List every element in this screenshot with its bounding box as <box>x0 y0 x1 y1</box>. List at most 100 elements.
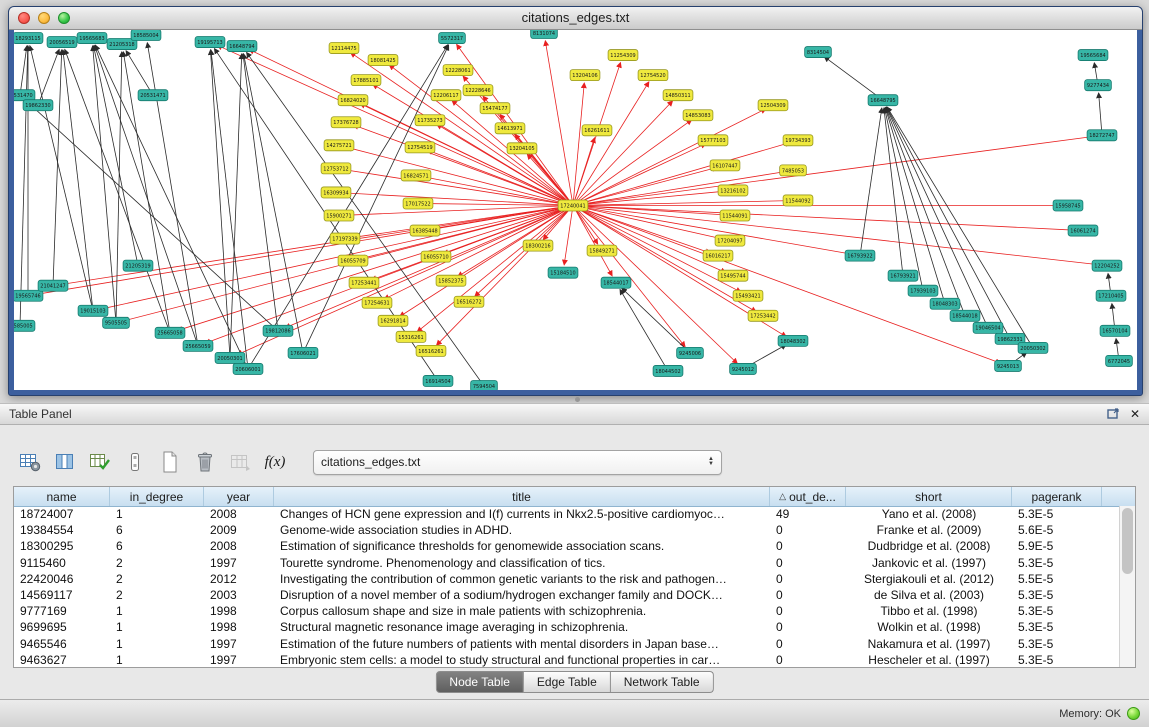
table-cell[interactable]: 1 <box>110 652 204 667</box>
graph-node-teal[interactable]: 8314504 <box>805 47 832 58</box>
table-row[interactable]: 977716911998Corpus callosum shape and si… <box>14 603 1120 619</box>
graph-node-teal[interactable]: 16793922 <box>845 250 875 261</box>
graph-node-teal[interactable]: 20056519 <box>47 37 77 48</box>
graph-node-yellow[interactable]: 15852375 <box>436 275 466 286</box>
graph-node-yellow[interactable]: 12753712 <box>321 163 351 174</box>
graph-node-teal[interactable]: 17210405 <box>1096 290 1126 301</box>
tab-node-table[interactable]: Node Table <box>435 671 524 693</box>
graph-node-yellow[interactable]: 16309934 <box>321 187 351 198</box>
table-cell[interactable]: 1 <box>110 636 204 652</box>
table-cell[interactable]: 1998 <box>204 603 274 619</box>
graph-node-yellow[interactable]: 16385448 <box>410 225 440 236</box>
table-cell[interactable]: 49 <box>770 506 846 522</box>
graph-node-teal[interactable]: 5572317 <box>439 33 466 44</box>
graph-node-teal[interactable]: 9245006 <box>677 347 704 358</box>
graph-node-yellow[interactable]: 12114475 <box>329 43 359 54</box>
graph-node-yellow[interactable]: 19734393 <box>783 135 813 146</box>
table-cell[interactable]: 1997 <box>204 652 274 667</box>
table-row[interactable]: 946554611997Estimation of the future num… <box>14 636 1120 652</box>
tab-network-table[interactable]: Network Table <box>611 671 714 693</box>
graph-node-teal[interactable]: 25665059 <box>183 340 213 351</box>
table-cell[interactable]: 14569117 <box>14 587 110 603</box>
import-table-button[interactable] <box>227 448 253 476</box>
graph-node-teal[interactable]: 12204252 <box>1092 260 1122 271</box>
table-cell[interactable]: 5.9E-5 <box>1012 538 1102 554</box>
network-table-select[interactable]: citations_edges.txt ▲▼ <box>313 450 722 475</box>
column-header-year[interactable]: year <box>204 487 274 506</box>
graph-node-teal[interactable]: 19812086 <box>263 325 293 336</box>
graph-node-yellow[interactable]: 14613971 <box>495 123 525 134</box>
table-cell[interactable]: de Silva et al. (2003) <box>846 587 1012 603</box>
table-cell[interactable]: 2 <box>110 571 204 587</box>
graph-node-teal[interactable]: 20050302 <box>1018 342 1048 353</box>
table-row[interactable]: 1872400712008Changes of HCN gene express… <box>14 506 1120 522</box>
graph-node-yellow[interactable]: 17204097 <box>715 235 745 246</box>
show-rows-button[interactable] <box>122 448 148 476</box>
graph-node-teal[interactable]: 19565746 <box>14 290 43 301</box>
graph-node-teal[interactable]: 9277434 <box>1085 80 1112 91</box>
graph-node-teal[interactable]: 19565684 <box>1078 50 1108 61</box>
graph-node-teal[interactable]: 19015103 <box>78 305 108 316</box>
graph-node-teal[interactable]: 15958745 <box>1053 200 1083 211</box>
new-document-button[interactable] <box>157 448 183 476</box>
column-header-title[interactable]: title <box>274 487 770 506</box>
table-cell[interactable]: 1997 <box>204 555 274 571</box>
graph-node-yellow[interactable]: 17253441 <box>349 277 379 288</box>
graph-node-teal[interactable]: 9245012 <box>730 363 757 374</box>
column-header-in-degree[interactable]: in_degree <box>110 487 204 506</box>
graph-node-yellow[interactable]: 14853083 <box>683 110 713 121</box>
graph-node-teal[interactable]: 18044502 <box>653 365 683 376</box>
graph-node-teal[interactable]: 21205319 <box>123 260 153 271</box>
graph-node-yellow[interactable]: 13204105 <box>507 143 537 154</box>
graph-node-teal[interactable]: 15184510 <box>548 267 578 278</box>
graph-node-yellow[interactable]: 12754520 <box>638 70 668 81</box>
graph-node-teal[interactable]: 19565683 <box>77 33 107 44</box>
table-cell[interactable]: Wolkin et al. (1998) <box>846 619 1012 635</box>
column-header-short[interactable]: short <box>846 487 1012 506</box>
column-header-pagerank[interactable]: pagerank <box>1012 487 1102 506</box>
table-cell[interactable]: 0 <box>770 522 846 538</box>
table-cell[interactable]: 0 <box>770 555 846 571</box>
graph-node-teal[interactable]: 25665058 <box>155 327 185 338</box>
table-cell[interactable]: Tourette syndrome. Phenomenology and cla… <box>274 555 770 571</box>
table-settings-button[interactable] <box>17 448 43 476</box>
table-cell[interactable]: 2009 <box>204 522 274 538</box>
graph-node-yellow[interactable]: 16291814 <box>378 315 408 326</box>
graph-node-teal[interactable]: 18585004 <box>131 30 161 41</box>
table-cell[interactable]: 5.5E-5 <box>1012 571 1102 587</box>
graph-node-yellow[interactable]: 17254631 <box>362 297 392 308</box>
graph-node-yellow[interactable]: 11254309 <box>608 50 638 61</box>
table-cell[interactable]: 1 <box>110 603 204 619</box>
table-cell[interactable]: 5.3E-5 <box>1012 555 1102 571</box>
graph-node-teal[interactable]: 18293115 <box>14 33 43 44</box>
table-cell[interactable]: Investigating the contribution of common… <box>274 571 770 587</box>
table-cell[interactable]: 5.6E-5 <box>1012 522 1102 538</box>
graph-node-teal[interactable]: 9505505 <box>103 317 130 328</box>
network-window-titlebar[interactable]: citations_edges.txt <box>9 7 1142 30</box>
table-cell[interactable]: Tibbo et al. (1998) <box>846 603 1012 619</box>
graph-node-yellow[interactable]: 16055709 <box>338 255 368 266</box>
table-cell[interactable]: 2012 <box>204 571 274 587</box>
table-row[interactable]: 1938455462009Genome-wide association stu… <box>14 522 1120 538</box>
table-cell[interactable]: Yano et al. (2008) <box>846 506 1012 522</box>
graph-node-yellow[interactable]: 13216102 <box>718 185 748 196</box>
show-columns-button[interactable] <box>52 448 78 476</box>
table-cell[interactable]: 9699695 <box>14 619 110 635</box>
graph-node-teal[interactable]: 16570104 <box>1100 325 1130 336</box>
table-cell[interactable]: 5.3E-5 <box>1012 587 1102 603</box>
graph-node-yellow[interactable]: 12504309 <box>758 100 788 111</box>
graph-node-yellow[interactable]: 12754519 <box>405 142 435 153</box>
graph-node-yellow[interactable]: 18081425 <box>368 55 398 66</box>
graph-node-yellow[interactable]: 15900271 <box>324 210 354 221</box>
float-panel-icon[interactable] <box>1107 408 1120 420</box>
table-cell[interactable]: 1997 <box>204 636 274 652</box>
graph-node-yellow[interactable]: 17017522 <box>403 198 433 209</box>
graph-node-teal[interactable]: 18544018 <box>950 310 980 321</box>
table-cell[interactable]: 1 <box>110 619 204 635</box>
table-cell[interactable]: 0 <box>770 636 846 652</box>
column-header-name[interactable]: name <box>14 487 110 506</box>
graph-node-yellow[interactable]: 15495744 <box>718 270 748 281</box>
table-cell[interactable]: 1 <box>110 506 204 522</box>
table-cell[interactable]: Structural magnetic resonance image aver… <box>274 619 770 635</box>
graph-node-yellow[interactable]: 16516272 <box>454 296 484 307</box>
